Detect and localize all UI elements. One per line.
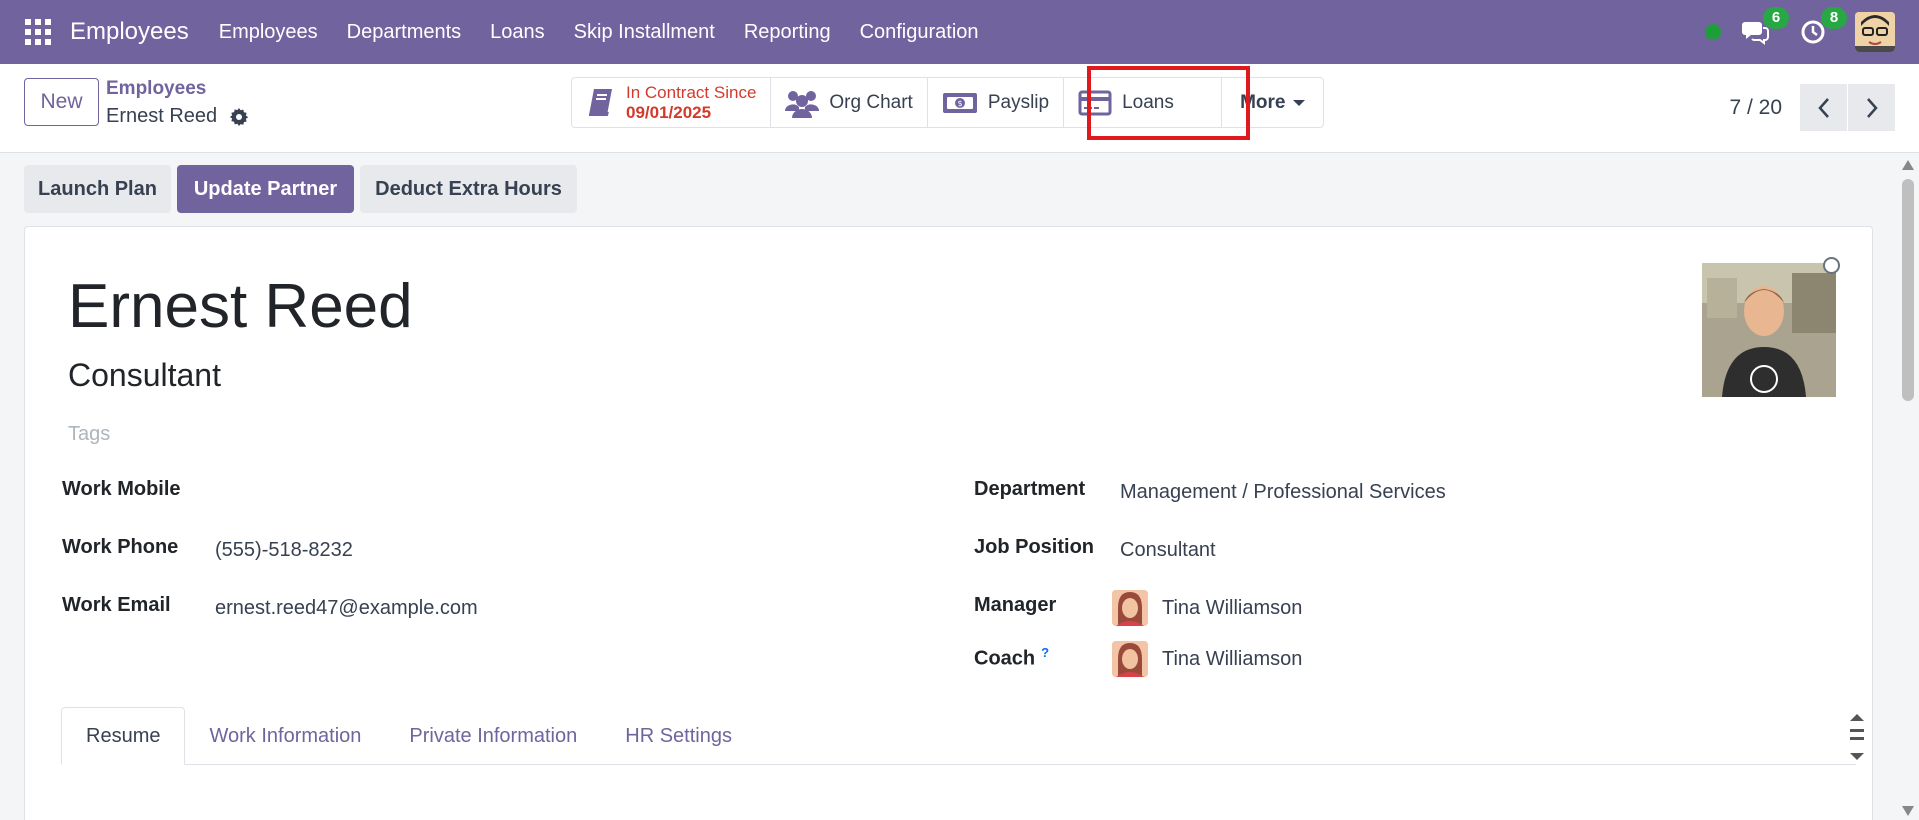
menu-configuration[interactable]: Configuration	[860, 21, 979, 44]
credit-card-icon	[1078, 90, 1112, 115]
work-email-label: Work Email	[62, 594, 171, 616]
more-dropdown-button[interactable]: More	[1222, 78, 1323, 127]
work-email-field[interactable]: ernest.reed47@example.com	[215, 597, 478, 620]
svg-text:$: $	[957, 99, 962, 108]
form-notebook-tabs: Resume Work Information Private Informat…	[61, 707, 1856, 765]
book-icon	[589, 88, 612, 116]
control-panel: New Employees Ernest Reed In Contract Si…	[0, 64, 1919, 153]
scroll-thumb[interactable]	[1902, 179, 1914, 401]
presence-status-icon	[1823, 257, 1840, 274]
scroll-down-arrow-icon[interactable]	[1902, 806, 1914, 816]
tab-resume[interactable]: Resume	[61, 707, 186, 765]
loans-smart-button[interactable]: Loans	[1064, 78, 1223, 127]
loans-label: Loans	[1122, 91, 1174, 113]
org-chart-smart-button[interactable]: Org Chart	[771, 78, 928, 127]
page-scrollbar[interactable]	[1897, 153, 1919, 820]
money-bill-icon: $	[942, 92, 977, 113]
breadcrumb-employees-link[interactable]: Employees	[106, 78, 206, 100]
manager-avatar[interactable]	[1112, 590, 1148, 626]
department-field[interactable]: Management / Professional Services	[1120, 481, 1446, 504]
coach-label: Coach?	[974, 645, 1049, 671]
chevron-left-icon	[1817, 97, 1829, 118]
tab-hr-settings[interactable]: HR Settings	[601, 707, 756, 765]
deduct-extra-hours-button[interactable]: Deduct Extra Hours	[360, 165, 577, 213]
messages-button[interactable]: 6	[1739, 7, 1789, 48]
coach-field[interactable]: Tina Williamson	[1162, 648, 1302, 671]
employee-job-title[interactable]: Consultant	[68, 357, 221, 394]
org-chart-label: Org Chart	[829, 91, 913, 113]
online-status-icon	[1705, 24, 1721, 40]
pager-value[interactable]: 7 / 20	[1729, 96, 1782, 120]
menu-reporting[interactable]: Reporting	[744, 21, 831, 44]
work-phone-field[interactable]: (555)-518-8232	[215, 539, 353, 562]
app-grid-icon[interactable]	[24, 18, 52, 46]
payslip-smart-button[interactable]: $ Payslip	[928, 78, 1065, 127]
manager-field[interactable]: Tina Williamson	[1162, 597, 1302, 620]
menu-skip-installment[interactable]: Skip Installment	[574, 21, 715, 44]
job-position-field[interactable]: Consultant	[1120, 539, 1216, 562]
contract-since-label: In Contract Since	[626, 82, 757, 102]
smart-button-bar: In Contract Since 09/01/2025 Org Chart $	[571, 77, 1325, 128]
messages-count-badge: 6	[1763, 7, 1789, 29]
top-navbar: Employees Employees Departments Loans Sk…	[0, 0, 1919, 64]
menu-employees[interactable]: Employees	[219, 21, 318, 44]
breadcrumb-current: Ernest Reed	[106, 105, 249, 128]
record-pager: 7 / 20	[1729, 84, 1895, 131]
work-mobile-label: Work Mobile	[62, 478, 181, 500]
tab-scroll-arrows-icon[interactable]	[1847, 711, 1867, 763]
payslip-label: Payslip	[987, 91, 1050, 113]
menu-loans[interactable]: Loans	[490, 21, 545, 44]
coach-avatar[interactable]	[1112, 641, 1148, 677]
new-button[interactable]: New	[24, 78, 99, 126]
employee-form-sheet: Ernest Reed Consultant Tags Work Mobile …	[24, 226, 1873, 820]
contract-smart-button[interactable]: In Contract Since 09/01/2025	[572, 78, 772, 127]
chevron-right-icon	[1866, 97, 1878, 118]
department-label: Department	[974, 478, 1086, 500]
caret-down-icon	[1293, 99, 1306, 106]
more-label: More	[1240, 91, 1286, 113]
work-phone-label: Work Phone	[62, 536, 179, 558]
tab-work-information[interactable]: Work Information	[185, 707, 385, 765]
update-partner-button[interactable]: Update Partner	[177, 165, 354, 213]
coach-help-tooltip[interactable]: ?	[1041, 645, 1049, 660]
manager-label: Manager	[974, 594, 1057, 616]
pager-previous-button[interactable]	[1800, 84, 1847, 131]
activities-button[interactable]: 8	[1797, 7, 1847, 48]
breadcrumb-current-label: Ernest Reed	[106, 105, 218, 127]
contract-since-date: 09/01/2025	[626, 102, 712, 122]
employee-photo[interactable]	[1702, 263, 1836, 397]
gear-icon[interactable]	[229, 107, 249, 127]
job-position-label: Job Position	[974, 536, 1094, 558]
launch-plan-button[interactable]: Launch Plan	[24, 165, 171, 213]
app-brand[interactable]: Employees	[70, 18, 189, 46]
employee-name[interactable]: Ernest Reed	[68, 271, 413, 342]
scroll-up-arrow-icon[interactable]	[1902, 160, 1914, 170]
tags-input[interactable]: Tags	[68, 423, 110, 446]
menu-departments[interactable]: Departments	[347, 21, 462, 44]
work-mobile-field[interactable]	[215, 478, 915, 502]
navbar-systray: 6 8	[1705, 0, 1919, 64]
activities-count-badge: 8	[1821, 7, 1847, 29]
pager-next-button[interactable]	[1848, 84, 1895, 131]
users-icon	[785, 90, 820, 118]
tab-private-information[interactable]: Private Information	[385, 707, 601, 765]
coach-label-text: Coach	[974, 647, 1036, 670]
user-avatar[interactable]	[1855, 12, 1895, 52]
